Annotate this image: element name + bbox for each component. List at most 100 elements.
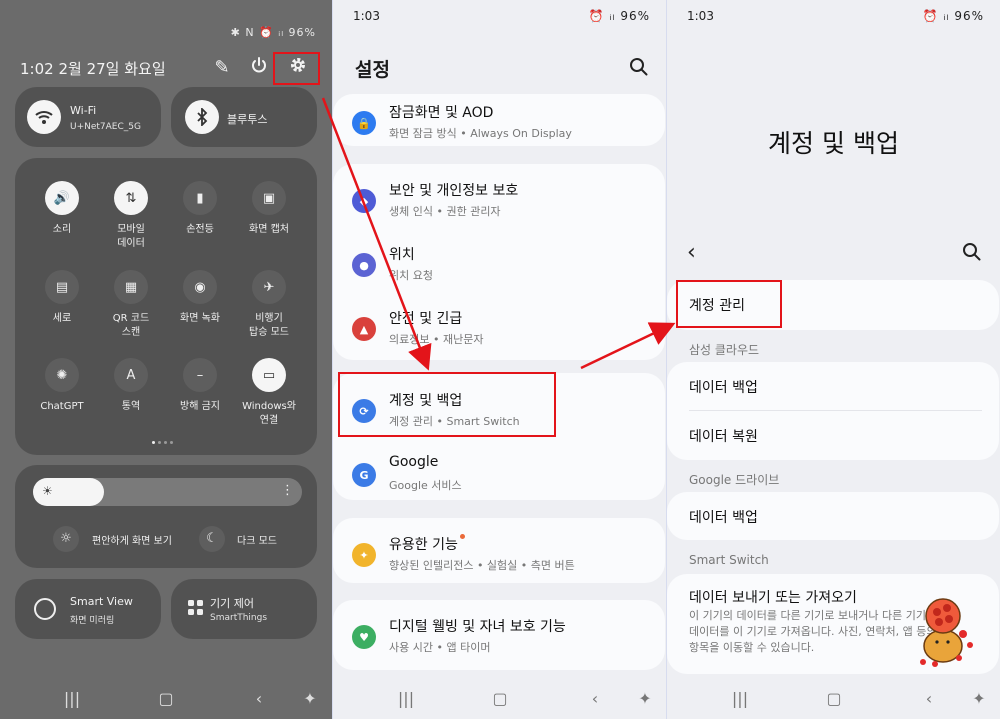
bluetooth-tile[interactable]: 블루투스 [171, 87, 317, 147]
settings-item-title: 잠금화면 및 AOD [389, 105, 494, 121]
mobile-data-icon: ⇅ [114, 181, 148, 215]
brightness-slider[interactable]: ☀ ⋮ [33, 478, 302, 506]
quick-tile-label: 모바일 데이터 [117, 224, 145, 249]
back-icon[interactable]: ‹ [583, 689, 607, 709]
quick-tile-label: 소리 [52, 224, 72, 235]
settings-item-accounts-backup[interactable]: ⟳ 계정 및 백업 계정 관리 • Smart Switch [333, 382, 665, 442]
back-arrow-icon[interactable]: ‹ [687, 240, 696, 265]
smart-view-tile[interactable]: Smart View 화면 미러링 [15, 579, 161, 639]
quick-tile-sound[interactable]: 🔊 소리 [27, 181, 97, 237]
settings-item-security-privacy[interactable]: ◆ 보안 및 개인정보 보호 생체 인식 • 권한 관리자 [333, 172, 665, 232]
quick-tile-screen-capture[interactable]: ▣ 화면 캡처 [234, 181, 304, 237]
recent-apps-icon[interactable]: ||| [728, 689, 752, 709]
quick-tile-portrait-lock[interactable]: ▤ 세로 [27, 270, 97, 326]
device-control-tile[interactable]: 기기 제어 SmartThings [171, 579, 317, 639]
data-restore-item[interactable]: 데이터 복원 [689, 426, 758, 446]
page-title: 설정 [355, 59, 390, 81]
quick-tile-screen-record[interactable]: ◉ 화면 녹화 [165, 270, 235, 326]
quick-tile-airplane-mode[interactable]: ✈ 비행기 탑승 모드 [234, 270, 304, 340]
samsung-cloud-header: 삼성 클라우드 [689, 343, 760, 357]
settings-item-subtitle: 의료정보 • 재난문자 [389, 333, 484, 346]
quick-tile-mobile-data[interactable]: ⇅ 모바일 데이터 [96, 181, 166, 251]
bluetooth-icon [185, 100, 219, 134]
location-icon: ● [352, 253, 376, 277]
search-icon[interactable] [629, 57, 649, 77]
quick-tile-label: 비행기 탑승 모드 [249, 313, 289, 338]
quick-panel: ✱ N ⏰ ᵢₗ 96% 1:02 2월 27일 화요일 ✎ Wi-Fi U+N… [0, 0, 332, 719]
home-icon[interactable]: ▢ [154, 689, 178, 709]
settings-item-digital-wellbeing[interactable]: ♥ 디지털 웰빙 및 자녀 보호 기능 사용 시간 • 앱 타이머 [333, 608, 665, 668]
quick-tile-do-not-disturb[interactable]: – 방해 금지 [165, 358, 235, 414]
transfer-description: 이 기기의 데이터를 다른 기기로 보내거나 다른 기기의 데이터를 이 기기로… [689, 609, 937, 654]
settings-item-lock-screen[interactable]: 🔒 잠금화면 및 AOD 화면 잠금 방식 • Always On Display [333, 94, 665, 154]
quick-tile-label: Windows와 연결 [242, 401, 296, 426]
wifi-tile[interactable]: Wi-Fi U+Net7AEC_5G [15, 87, 161, 147]
back-icon[interactable]: ‹ [247, 689, 271, 709]
home-icon[interactable]: ▢ [822, 689, 846, 709]
quick-tile-label: ChatGPT [40, 401, 84, 412]
screenshot-collage: ✱ N ⏰ ᵢₗ 96% 1:02 2월 27일 화요일 ✎ Wi-Fi U+N… [0, 0, 1000, 719]
power-icon[interactable] [247, 56, 271, 80]
translate-icon: A [114, 358, 148, 392]
accessibility-icon[interactable]: ✦ [967, 689, 991, 709]
accounts-backup-icon: ⟳ [352, 399, 376, 423]
settings-item-advanced-features[interactable]: ✦ 유용한 기능향상된 인텔리전스 • 실험실 • 측면 버튼 [333, 526, 665, 586]
recent-apps-icon[interactable]: ||| [60, 689, 84, 709]
quick-tile-qr-scan[interactable]: ▦ QR 코드 스캔 [96, 270, 166, 340]
screen-record-icon: ◉ [183, 270, 217, 304]
more-options-icon[interactable]: ⋮ [281, 483, 294, 498]
new-badge [459, 534, 465, 539]
device-control-title: 기기 제어 [210, 597, 254, 610]
settings-item-location[interactable]: ● 위치 위치 요청 [333, 236, 665, 296]
advanced-features-icon: ✦ [352, 543, 376, 567]
settings-item-title: 보안 및 개인정보 보호 [389, 183, 519, 199]
quick-tile-chatgpt[interactable]: ✺ ChatGPT [27, 358, 97, 414]
status-bar: 1:03 ⏰ ᵢₗ 96% [667, 0, 1000, 32]
status-bar: ✱ N ⏰ ᵢₗ 96% [0, 0, 332, 39]
back-icon[interactable]: ‹ [917, 689, 941, 709]
settings-item-title: 안전 및 긴급 [389, 311, 463, 327]
data-backup-item[interactable]: 데이터 백업 [689, 377, 758, 397]
google-backup-item[interactable]: 데이터 백업 [689, 507, 758, 527]
google-icon: G [352, 463, 376, 487]
qr-scan-icon: ▦ [114, 270, 148, 304]
transfer-item[interactable]: 데이터 보내기 또는 가져오기 [689, 587, 857, 607]
accessibility-icon[interactable]: ✦ [298, 689, 322, 709]
settings-item-google[interactable]: G Google Google 서비스 [333, 446, 665, 506]
quick-tile-label: 화면 녹화 [180, 313, 220, 324]
settings-item-subtitle: 사용 시간 • 앱 타이머 [389, 641, 491, 654]
status-time: 1:03 [687, 9, 714, 23]
eye-comfort-label: 편안하게 화면 보기 [92, 536, 172, 547]
quick-tile-label: 통역 [121, 401, 141, 412]
sun-icon: ☀ [42, 484, 53, 498]
screen-capture-icon: ▣ [252, 181, 286, 215]
quick-tile-flashlight[interactable]: ▮ 손전등 [165, 181, 235, 237]
edit-icon[interactable]: ✎ [210, 56, 234, 80]
recent-apps-icon[interactable]: ||| [394, 689, 418, 709]
quick-tile-label: 방해 금지 [180, 401, 220, 412]
smart-switch-header: Smart Switch [689, 553, 769, 567]
quick-tile-label: 세로 [52, 313, 72, 324]
search-icon[interactable] [962, 242, 982, 262]
quick-tile-link-to-windows[interactable]: ▭ Windows와 연결 [234, 358, 304, 428]
chatgpt-icon: ✺ [45, 358, 79, 392]
settings-item-subtitle: 화면 잠금 방식 • Always On Display [389, 127, 572, 140]
sound-icon: 🔊 [45, 181, 79, 215]
eye-comfort-icon[interactable]: ☼ [53, 526, 79, 552]
settings-item-title: 유용한 기능 [389, 534, 465, 554]
wifi-icon [27, 100, 61, 134]
settings-item-safety-emergency[interactable]: ▲ 안전 및 긴급 의료정보 • 재난문자 [333, 300, 665, 360]
do-not-disturb-icon: – [183, 358, 217, 392]
page-title: 계정 및 백업 [768, 129, 899, 158]
dark-mode-icon[interactable]: ☾ [199, 526, 225, 552]
accessibility-icon[interactable]: ✦ [633, 689, 657, 709]
nav-bar: ||| ▢ ‹ ✦ [0, 679, 332, 719]
quick-tile-translate[interactable]: A 통역 [96, 358, 166, 414]
accounts-backup-screen: 1:03 ⏰ ᵢₗ 96% 계정 및 백업 ‹ 계정 관리 삼성 클라우드 데이… [667, 0, 1000, 719]
nav-bar: ||| ▢ ‹ ✦ [667, 679, 1000, 719]
status-icons: ✱ N ⏰ ᵢₗ 96% [230, 26, 316, 39]
home-icon[interactable]: ▢ [488, 689, 512, 709]
highlight-account-manage [676, 280, 782, 328]
quick-tile-label: QR 코드 스캔 [112, 313, 150, 338]
settings-item-subtitle: 향상된 인텔리전스 • 실험실 • 측면 버튼 [389, 559, 575, 572]
